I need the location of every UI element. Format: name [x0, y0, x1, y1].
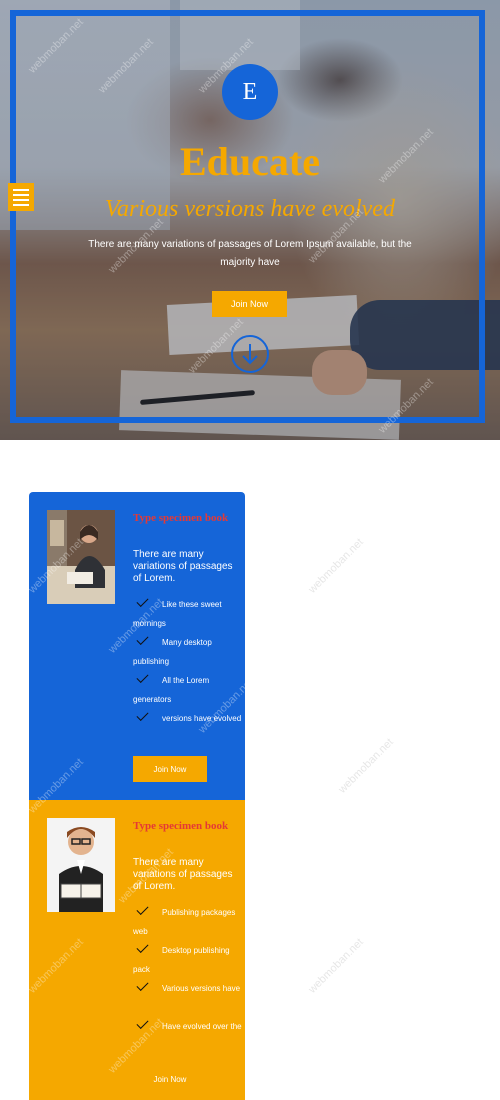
check-icon [136, 978, 149, 992]
card-photo-woman-reading [47, 510, 115, 604]
list-item: Like these sweet mornings [133, 594, 243, 633]
hero-section: E Educate Various versions have evolved … [0, 0, 500, 440]
card-title: Type specimen book [133, 512, 229, 524]
check-icon [136, 1016, 149, 1030]
list-item: Many desktop publishing [133, 632, 243, 671]
hero-description: There are many variations of passages of… [88, 239, 412, 268]
check-icon [136, 940, 149, 954]
card-feature-list: Publishing packages web Desktop publishi… [133, 902, 243, 1055]
hero-subtitle: Various versions have evolved [105, 196, 395, 222]
watermark-text: webmoban.net [306, 936, 366, 996]
check-icon [136, 632, 149, 646]
list-item: Publishing packages web [133, 902, 243, 941]
watermark-text: webmoban.net [336, 736, 396, 796]
list-item: Desktop publishing pack [133, 940, 243, 979]
check-icon [136, 670, 149, 684]
hero-title: Educate [180, 139, 320, 184]
card-title: Type specimen book [133, 820, 229, 832]
check-icon [136, 594, 149, 608]
check-icon [136, 708, 149, 722]
feature-card-yellow: Type specimen book There are many variat… [29, 800, 245, 1100]
scroll-down-icon[interactable] [230, 334, 270, 374]
card-feature-list: Like these sweet mornings Many desktop p… [133, 594, 243, 747]
watermark-text: webmoban.net [306, 536, 366, 596]
menu-icon[interactable] [8, 183, 34, 211]
logo-badge[interactable]: E [222, 64, 278, 120]
card-join-button[interactable]: Join Now [133, 1066, 207, 1092]
card-description: There are many variations of passages of… [133, 549, 233, 584]
card-photo-boy-reading [47, 818, 115, 912]
check-icon [136, 902, 149, 916]
card-join-button[interactable]: Join Now [133, 756, 207, 782]
list-item: versions have evolved [133, 708, 243, 747]
list-item: Have evolved over the [133, 1016, 243, 1055]
feature-card-blue: Type specimen book There are many variat… [29, 492, 245, 800]
list-item: All the Lorem generators [133, 670, 243, 709]
card-description: There are many variations of passages of… [133, 857, 233, 892]
list-item: Various versions have [133, 978, 243, 1017]
hero-join-button[interactable]: Join Now [212, 291, 287, 317]
